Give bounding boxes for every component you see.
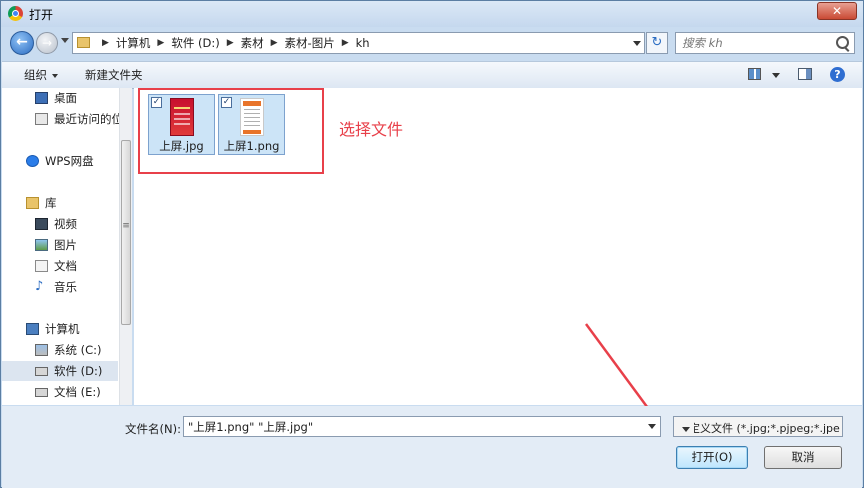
sidebar-item-label: 计算机 <box>45 322 80 336</box>
chevron-down-icon[interactable] <box>772 73 780 78</box>
sidebar-item-drive-e[interactable]: 文档 (E:) <box>2 382 118 402</box>
preview-pane-icon[interactable] <box>798 68 812 80</box>
filename-input[interactable] <box>188 419 628 434</box>
breadcrumb-separator-icon[interactable]: ▶ <box>271 38 278 48</box>
breadcrumb: ▶ 计算机 ▶ 软件 (D:) ▶ 素材 ▶ 素材-图片 ▶ kh <box>95 33 370 53</box>
search-box[interactable] <box>675 32 855 54</box>
file-list: ✓ 上屏.jpg ✓ 上屏1.png 选择文件 <box>134 88 862 405</box>
search-icon[interactable] <box>836 36 849 49</box>
annotation-highlight-box <box>138 88 324 174</box>
address-bar[interactable]: ▶ 计算机 ▶ 软件 (D:) ▶ 素材 ▶ 素材-图片 ▶ kh <box>72 32 645 54</box>
breadcrumb-drive-d[interactable]: 软件 (D:) <box>171 35 219 51</box>
close-button[interactable]: ✕ <box>817 2 857 20</box>
refresh-button[interactable]: ↻ <box>646 32 668 54</box>
organize-label: 组织 <box>24 68 47 82</box>
breadcrumb-computer[interactable]: 计算机 <box>116 35 151 51</box>
breadcrumb-sucai-images[interactable]: 素材-图片 <box>285 35 335 51</box>
file-type-select[interactable]: 自定义文件 (*.jpg;*.pjpeg;*.jpe <box>673 416 843 437</box>
documents-icon <box>35 260 48 272</box>
navigation-pane: 桌面 最近访问的位 WPS网盘 库 视频 图片 文档 ♪ 音乐 计算机 系统 (… <box>2 88 132 405</box>
sidebar-item-label: 文档 (E:) <box>54 385 101 399</box>
sidebar-item-label: 系统 (C:) <box>54 343 102 357</box>
window-title: 打开 <box>29 8 54 22</box>
sidebar-item-recent[interactable]: 最近访问的位 <box>2 109 123 129</box>
sidebar-item-pictures[interactable]: 图片 <box>2 235 118 255</box>
wps-cloud-icon <box>26 155 39 167</box>
navigation-bar: ← → ▶ 计算机 ▶ 软件 (D:) ▶ 素材 ▶ 素材-图片 ▶ kh ↻ <box>1 29 863 57</box>
scrollbar-thumb[interactable] <box>121 140 131 325</box>
sidebar-item-label: 最近访问的位 <box>54 112 123 126</box>
sidebar-item-label: 文档 <box>54 259 77 273</box>
sidebar-item-wps-cloud[interactable]: WPS网盘 <box>2 151 118 171</box>
sidebar-scrollbar[interactable] <box>119 88 132 405</box>
sidebar-item-drive-c[interactable]: 系统 (C:) <box>2 340 118 360</box>
breadcrumb-separator-icon[interactable]: ▶ <box>227 38 234 48</box>
sidebar-item-desktop[interactable]: 桌面 <box>2 88 118 108</box>
chevron-down-icon[interactable] <box>633 41 641 46</box>
chevron-down-icon[interactable] <box>678 420 694 436</box>
breadcrumb-kh[interactable]: kh <box>356 36 370 50</box>
pictures-icon <box>35 239 48 251</box>
sidebar-item-label: 桌面 <box>54 91 77 105</box>
computer-icon <box>26 323 39 335</box>
breadcrumb-separator-icon[interactable]: ▶ <box>102 38 109 48</box>
library-icon <box>26 197 39 209</box>
forward-button[interactable]: → <box>36 32 58 54</box>
recent-places-icon <box>35 113 48 125</box>
recent-locations-dropdown-icon[interactable] <box>61 38 69 43</box>
sidebar-item-computer[interactable]: 计算机 <box>2 319 118 339</box>
system-drive-icon <box>35 344 48 356</box>
sidebar-item-label: 软件 (D:) <box>54 364 103 378</box>
folder-icon <box>77 37 90 48</box>
sidebar-item-label: 图片 <box>54 238 77 252</box>
breadcrumb-separator-icon[interactable]: ▶ <box>157 38 164 48</box>
video-icon <box>35 218 48 230</box>
sidebar-item-label: 库 <box>45 196 57 210</box>
sidebar-item-music[interactable]: ♪ 音乐 <box>2 277 118 297</box>
help-icon[interactable]: ? <box>830 67 845 82</box>
chevron-down-icon <box>52 73 58 78</box>
title-bar[interactable]: 打开 ✕ <box>1 1 863 27</box>
drive-icon <box>35 388 48 397</box>
sidebar-item-label: 视频 <box>54 217 77 231</box>
sidebar-item-label: WPS网盘 <box>45 154 94 168</box>
change-view-icon[interactable] <box>748 68 761 80</box>
sidebar-item-video[interactable]: 视频 <box>2 214 118 234</box>
dialog-footer: 文件名(N): 自定义文件 (*.jpg;*.pjpeg;*.jpe 打开(O)… <box>2 406 862 488</box>
filename-label: 文件名(N): <box>125 422 181 436</box>
annotation-label: 选择文件 <box>339 120 404 139</box>
music-icon: ♪ <box>35 279 44 294</box>
chrome-icon <box>8 6 23 21</box>
back-button[interactable]: ← <box>10 31 34 55</box>
sidebar-item-label: 音乐 <box>54 280 77 294</box>
file-type-value: 自定义文件 (*.jpg;*.pjpeg;*.jpe <box>678 422 840 435</box>
open-file-dialog: 打开 ✕ ← → ▶ 计算机 ▶ 软件 (D:) ▶ 素材 ▶ 素材-图片 ▶ … <box>0 0 864 488</box>
filename-combobox[interactable] <box>183 416 661 437</box>
new-folder-button[interactable]: 新建文件夹 <box>85 62 143 88</box>
sidebar-item-library[interactable]: 库 <box>2 193 118 213</box>
command-bar: 组织 新建文件夹 ? <box>2 61 862 89</box>
organize-button[interactable]: 组织 <box>24 62 58 88</box>
breadcrumb-sucai[interactable]: 素材 <box>241 35 264 51</box>
open-button[interactable]: 打开(O) <box>676 446 748 469</box>
cancel-button[interactable]: 取消 <box>764 446 842 469</box>
sidebar-item-documents[interactable]: 文档 <box>2 256 118 276</box>
chevron-down-icon[interactable] <box>648 424 656 429</box>
desktop-icon <box>35 92 48 104</box>
drive-icon <box>35 367 48 376</box>
search-input[interactable] <box>682 35 832 51</box>
breadcrumb-separator-icon[interactable]: ▶ <box>342 38 349 48</box>
sidebar-item-drive-d[interactable]: 软件 (D:) <box>2 361 118 381</box>
